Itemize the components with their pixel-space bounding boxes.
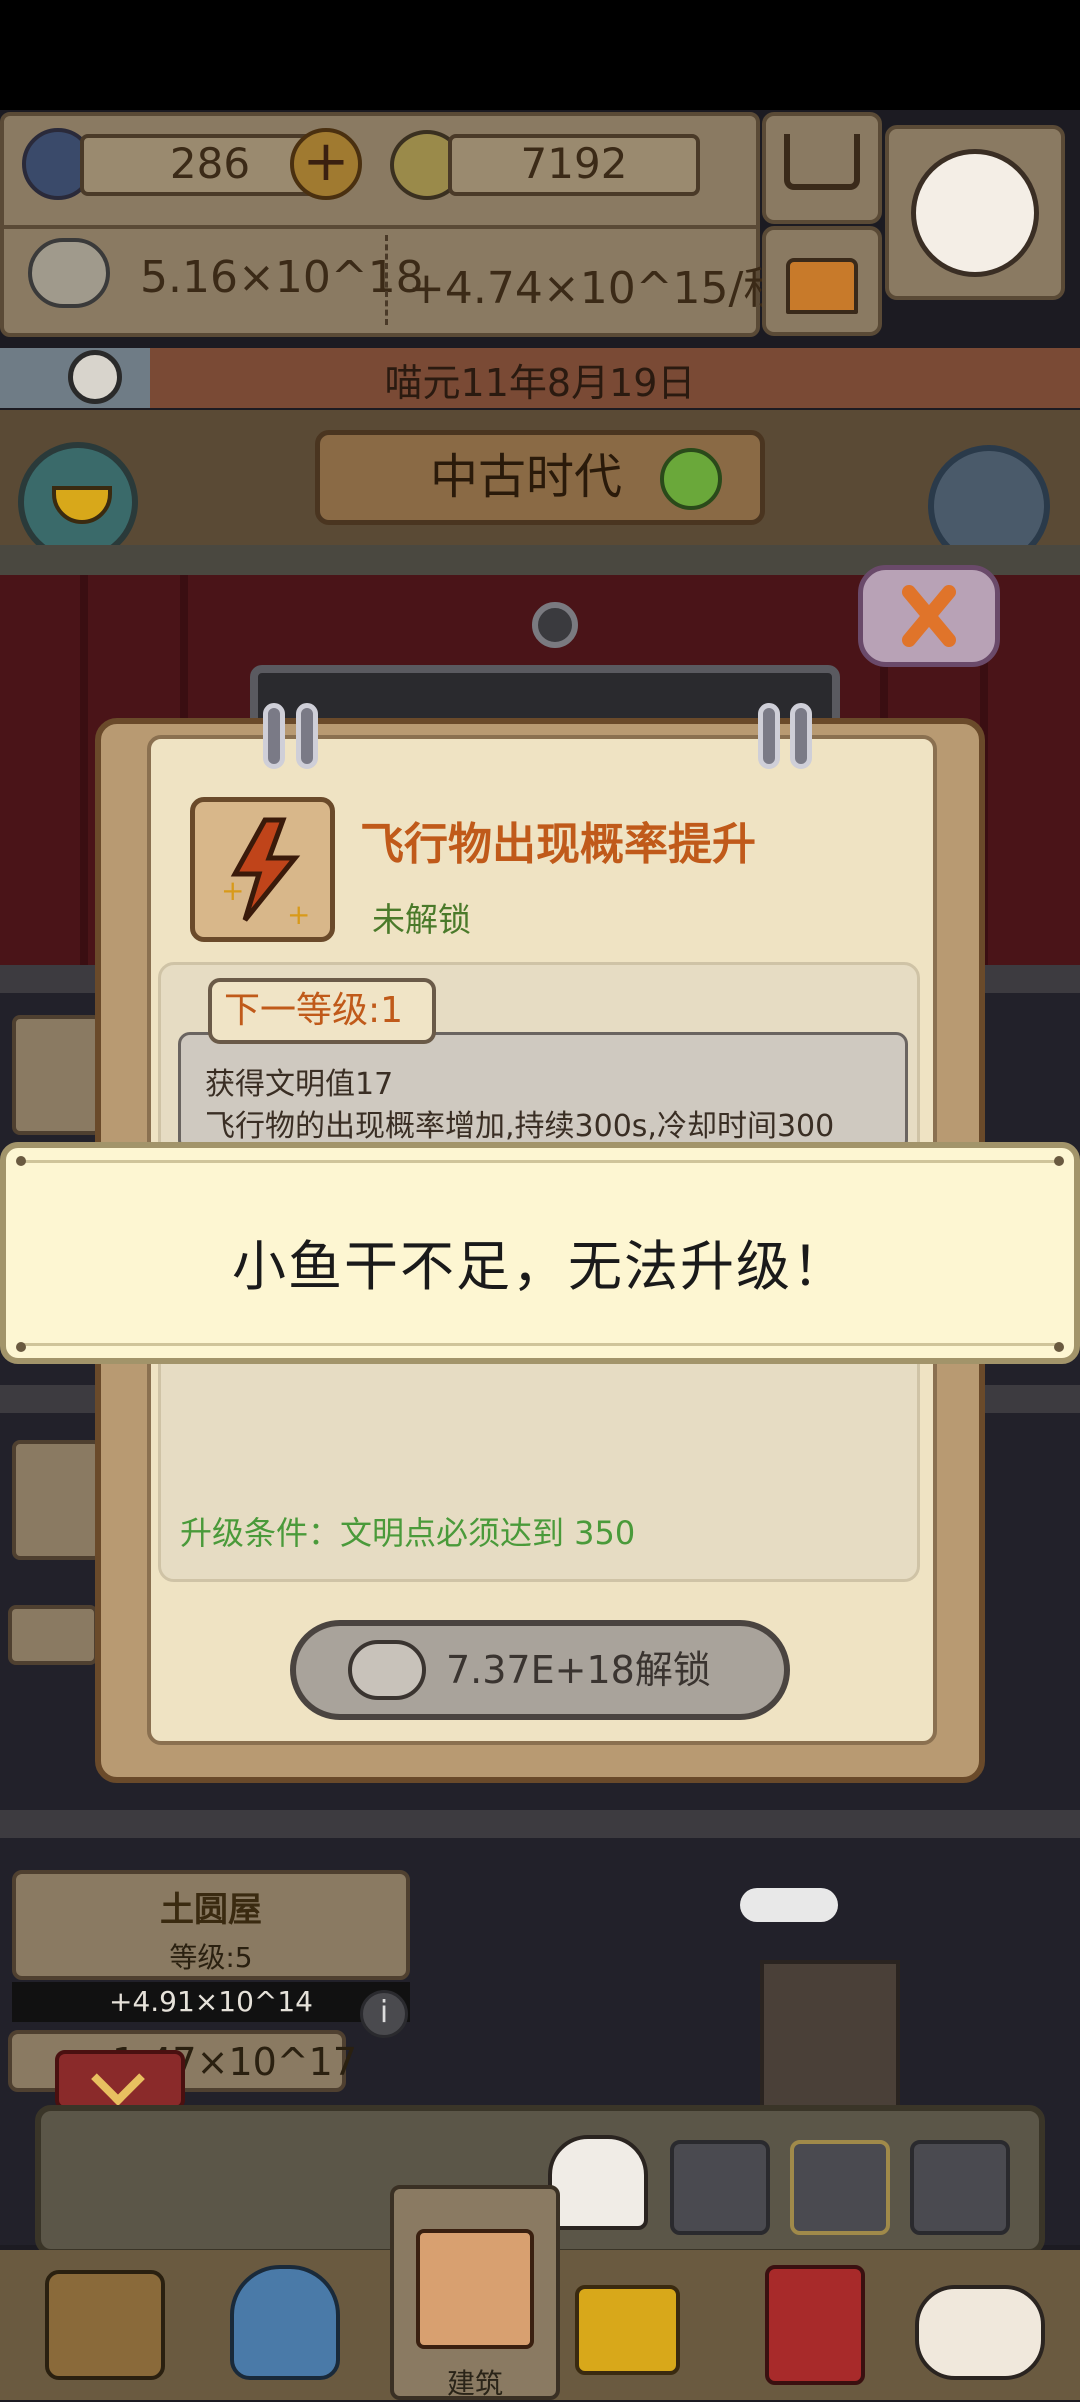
cart-icon	[784, 134, 860, 190]
skill-description-box: 获得文明值17 飞行物的出现概率增加,持续300s,冷却时间300	[178, 1032, 908, 1152]
nav-cats-icon[interactable]	[915, 2285, 1045, 2380]
home-button[interactable]	[762, 226, 882, 336]
fish-icon	[28, 238, 110, 308]
svg-text:+: +	[287, 898, 310, 931]
binder-ring	[758, 703, 780, 769]
game-date: 喵元11年8月19日	[384, 361, 696, 405]
binder-ring	[263, 703, 285, 769]
building-level: 等级:5	[169, 1941, 253, 1974]
flag-button[interactable]	[18, 442, 138, 562]
close-button[interactable]	[858, 565, 1000, 667]
map-icon[interactable]	[910, 2140, 1010, 2235]
toast-rivet	[1054, 1342, 1064, 1352]
skill-title: 飞行物出现概率提升	[360, 819, 756, 870]
cloud-icon	[740, 1888, 838, 1922]
toast-rivet	[16, 1156, 26, 1166]
tower-building	[760, 1960, 900, 2110]
toast-message: 小鱼干不足，无法升级！	[232, 1235, 848, 1298]
fish-icon	[348, 1640, 426, 1700]
avatar-button[interactable]	[885, 125, 1065, 300]
refresh-icon[interactable]	[660, 448, 722, 510]
flag-icon	[52, 486, 112, 524]
next-level-tag: 下一等级:1	[208, 978, 436, 1044]
stat-divider	[385, 235, 391, 325]
chef-hat-icon[interactable]	[548, 2135, 648, 2230]
curtain-fold	[80, 575, 88, 965]
svg-text:+: +	[221, 874, 244, 907]
stone-band	[0, 1810, 1080, 1838]
resource-divider	[0, 225, 760, 229]
fish-total: 5.16×10^18	[140, 252, 424, 303]
skill-desc-line: 飞行物的出现概率增加,持续300s,冷却时间300	[205, 1109, 835, 1144]
binder-ring	[790, 703, 812, 769]
binder-ring	[296, 703, 318, 769]
building-card-partial[interactable]	[12, 1440, 102, 1560]
building-name: 土圆屋	[160, 1890, 262, 1930]
building-card[interactable]: 土圆屋 等级:5	[12, 1870, 410, 1980]
building-card-partial[interactable]	[12, 1015, 102, 1135]
info-icon[interactable]: i	[360, 1990, 408, 2038]
house-icon	[786, 258, 858, 314]
train-icon[interactable]	[790, 2140, 890, 2235]
nav-potion-icon[interactable]	[230, 2265, 340, 2380]
cat-avatar-icon	[911, 149, 1039, 277]
cost-chip-partial[interactable]	[8, 1605, 98, 1665]
nav-cart-icon[interactable]	[45, 2270, 165, 2380]
skill-status: 未解锁	[372, 900, 471, 939]
toast-rivet	[1054, 1156, 1064, 1166]
lightning-icon: + +	[221, 817, 310, 931]
toast-rivet	[16, 1342, 26, 1352]
board-nail-icon	[532, 602, 578, 648]
nav-treasure-icon[interactable]	[575, 2285, 680, 2375]
shop-button[interactable]	[762, 112, 882, 224]
building-rate: +4.91×10^14	[12, 1982, 410, 2022]
close-icon	[902, 585, 956, 647]
temple-icon	[416, 2229, 534, 2349]
era-label: 中古时代	[430, 449, 623, 505]
upgrade-condition: 升级条件：文明点必须达到 350	[180, 1514, 636, 1552]
add-gems-button[interactable]: +	[290, 128, 362, 200]
nav-tab-label: 建筑	[446, 2367, 503, 2400]
upgrade-slot-icon[interactable]	[670, 2140, 770, 2235]
nav-book-icon[interactable]	[765, 2265, 865, 2385]
collapse-button[interactable]	[55, 2050, 185, 2110]
skill-icon: + +	[190, 797, 335, 942]
skill-desc-line: 获得文明值17	[205, 1067, 394, 1102]
chevron-down-icon	[91, 2052, 145, 2106]
coin-count: 7192	[448, 134, 700, 196]
fish-rate: +4.74×10^15/秒	[408, 263, 788, 314]
unlock-button-label: 7.37E+18解锁	[446, 1648, 711, 1692]
status-bar	[0, 0, 1080, 110]
